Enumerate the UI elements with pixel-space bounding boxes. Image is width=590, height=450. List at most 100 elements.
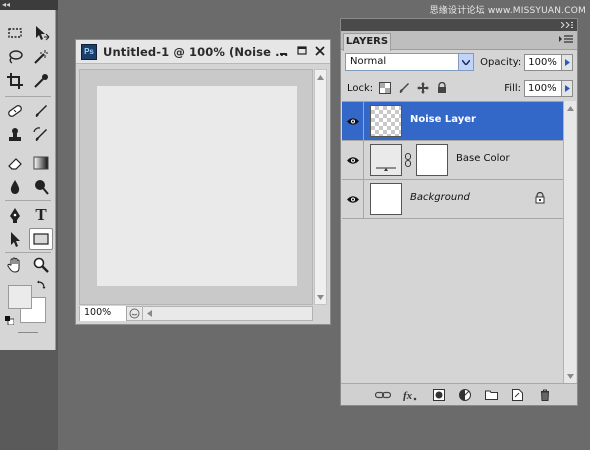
layer-style-fx-icon[interactable]: fx bbox=[403, 388, 419, 402]
new-group-folder-icon[interactable] bbox=[483, 388, 499, 402]
scroll-down-arrow-icon[interactable] bbox=[315, 291, 326, 303]
toolbox-divider bbox=[5, 252, 51, 253]
toolbox-divider bbox=[5, 200, 51, 201]
type-tool-icon[interactable]: T bbox=[29, 204, 53, 226]
quick-mask-divider bbox=[18, 332, 38, 333]
blend-mode-value: Normal bbox=[350, 56, 387, 67]
layer-thumbnail[interactable] bbox=[370, 183, 402, 215]
document-canvas[interactable] bbox=[97, 86, 297, 286]
history-brush-tool-icon[interactable] bbox=[29, 124, 53, 146]
pen-tool-icon[interactable] bbox=[3, 204, 27, 226]
type-tool-glyph: T bbox=[35, 205, 47, 224]
eye-icon bbox=[346, 117, 359, 125]
document-title: Untitled-1 @ 100% (Noise ... bbox=[103, 44, 289, 59]
tools-panel: ◂◂ T bbox=[0, 0, 58, 450]
layer-row-background[interactable]: Background bbox=[342, 180, 564, 219]
opacity-field[interactable]: 100% bbox=[524, 53, 563, 71]
tools-panel-collapse-button[interactable]: ◂◂ bbox=[0, 0, 58, 10]
layer-mask-thumbnail[interactable] bbox=[416, 144, 448, 176]
tab-layers[interactable]: LAYERS bbox=[343, 33, 391, 51]
opacity-label: Opacity: bbox=[480, 56, 522, 68]
layers-tab-row: LAYERS bbox=[341, 31, 577, 51]
lock-position-icon[interactable] bbox=[415, 81, 430, 96]
new-adjustment-layer-icon[interactable] bbox=[457, 388, 473, 402]
link-chain-icon[interactable] bbox=[404, 153, 412, 167]
document-window: Ps Untitled-1 @ 100% (Noise ... 100% bbox=[75, 39, 331, 325]
layer-thumbnail[interactable] bbox=[370, 105, 402, 137]
brush-tool-icon[interactable] bbox=[29, 100, 53, 122]
layer-name[interactable]: Background bbox=[410, 192, 470, 203]
tools-panel-body: T bbox=[0, 10, 56, 350]
fill-adjustment-icon bbox=[376, 167, 396, 171]
layers-vertical-scrollbar[interactable] bbox=[563, 101, 576, 383]
close-button[interactable] bbox=[314, 45, 326, 57]
eraser-tool-icon[interactable] bbox=[3, 152, 27, 174]
opacity-slider-button[interactable] bbox=[562, 53, 573, 71]
swap-colors-icon[interactable] bbox=[36, 280, 46, 290]
panel-menu-icon[interactable] bbox=[559, 34, 573, 47]
layer-visibility-toggle[interactable] bbox=[342, 141, 364, 179]
fill-label: Fill: bbox=[504, 82, 521, 94]
photoshop-document-icon: Ps bbox=[81, 43, 97, 60]
blend-mode-select[interactable]: Normal bbox=[345, 53, 475, 71]
lock-fill-row: Lock: Fill: 100% bbox=[345, 78, 573, 98]
layer-name[interactable]: Base Color bbox=[456, 153, 510, 164]
link-layers-icon[interactable] bbox=[375, 388, 391, 402]
fill-layer-thumbnail[interactable] bbox=[370, 144, 402, 176]
chevron-down-icon[interactable] bbox=[458, 54, 474, 70]
layer-visibility-toggle[interactable] bbox=[342, 180, 364, 218]
path-selection-tool-icon[interactable] bbox=[3, 228, 27, 250]
delete-layer-trash-icon[interactable] bbox=[537, 388, 553, 402]
scroll-left-arrow-icon[interactable] bbox=[143, 307, 155, 321]
blend-opacity-row: Normal Opacity: 100% bbox=[345, 52, 573, 72]
scroll-up-arrow-icon[interactable] bbox=[315, 71, 326, 83]
fill-slider-button[interactable] bbox=[562, 79, 573, 97]
document-status-bar: 100% bbox=[79, 306, 313, 321]
zoom-level-field[interactable]: 100% bbox=[80, 306, 127, 321]
layer-name[interactable]: Noise Layer bbox=[410, 114, 476, 125]
eye-icon bbox=[346, 156, 359, 164]
layer-row-base-color[interactable]: Base Color bbox=[342, 141, 564, 180]
blur-tool-icon[interactable] bbox=[3, 176, 27, 198]
hand-tool-icon[interactable] bbox=[3, 254, 27, 276]
lock-image-pixels-icon[interactable] bbox=[396, 81, 411, 96]
foreground-color-swatch[interactable] bbox=[8, 285, 32, 309]
layer-list: Noise Layer Base Color Background bbox=[342, 101, 564, 383]
lock-icon bbox=[535, 192, 545, 204]
minimize-button[interactable] bbox=[278, 45, 290, 57]
svg-text:fx: fx bbox=[403, 390, 413, 401]
add-layer-mask-icon[interactable] bbox=[431, 388, 447, 402]
scroll-down-arrow-icon[interactable] bbox=[564, 370, 576, 382]
lock-transparent-pixels-icon[interactable] bbox=[377, 81, 392, 96]
rectangle-tool-icon[interactable] bbox=[29, 228, 53, 250]
layer-visibility-toggle[interactable] bbox=[342, 102, 364, 140]
layers-footer-toolbar: fx bbox=[341, 383, 577, 405]
default-colors-icon[interactable] bbox=[5, 315, 15, 326]
magic-wand-tool-icon[interactable] bbox=[29, 46, 53, 68]
healing-brush-tool-icon[interactable] bbox=[3, 100, 27, 122]
clone-stamp-tool-icon[interactable] bbox=[3, 124, 27, 146]
eye-icon bbox=[346, 195, 359, 203]
zoom-tool-icon[interactable] bbox=[29, 254, 53, 276]
layers-panel-collapse-button[interactable] bbox=[341, 19, 577, 31]
move-tool-icon[interactable] bbox=[29, 22, 53, 44]
dodge-tool-icon[interactable] bbox=[29, 176, 53, 198]
marquee-tool-icon[interactable] bbox=[3, 22, 27, 44]
eyedropper-tool-icon[interactable] bbox=[29, 70, 53, 92]
gradient-tool-icon[interactable] bbox=[29, 152, 53, 174]
layer-row-noise-layer[interactable]: Noise Layer bbox=[342, 102, 564, 141]
canvas-pasteboard[interactable] bbox=[79, 69, 313, 305]
scroll-up-arrow-icon[interactable] bbox=[564, 102, 576, 114]
lasso-tool-icon[interactable] bbox=[3, 46, 27, 68]
lock-label: Lock: bbox=[347, 82, 374, 94]
document-titlebar[interactable]: Ps Untitled-1 @ 100% (Noise ... bbox=[76, 40, 330, 64]
fill-field[interactable]: 100% bbox=[524, 79, 562, 97]
document-vertical-scrollbar[interactable] bbox=[314, 69, 327, 305]
toolbox-divider bbox=[5, 96, 51, 97]
new-layer-icon[interactable] bbox=[509, 388, 525, 402]
crop-tool-icon[interactable] bbox=[3, 70, 27, 92]
layers-panel: LAYERS Normal Opacity: 100% Lock: Fill: … bbox=[340, 18, 578, 406]
status-info-button[interactable] bbox=[127, 306, 143, 321]
lock-all-icon[interactable] bbox=[434, 81, 449, 96]
maximize-button[interactable] bbox=[296, 45, 308, 57]
